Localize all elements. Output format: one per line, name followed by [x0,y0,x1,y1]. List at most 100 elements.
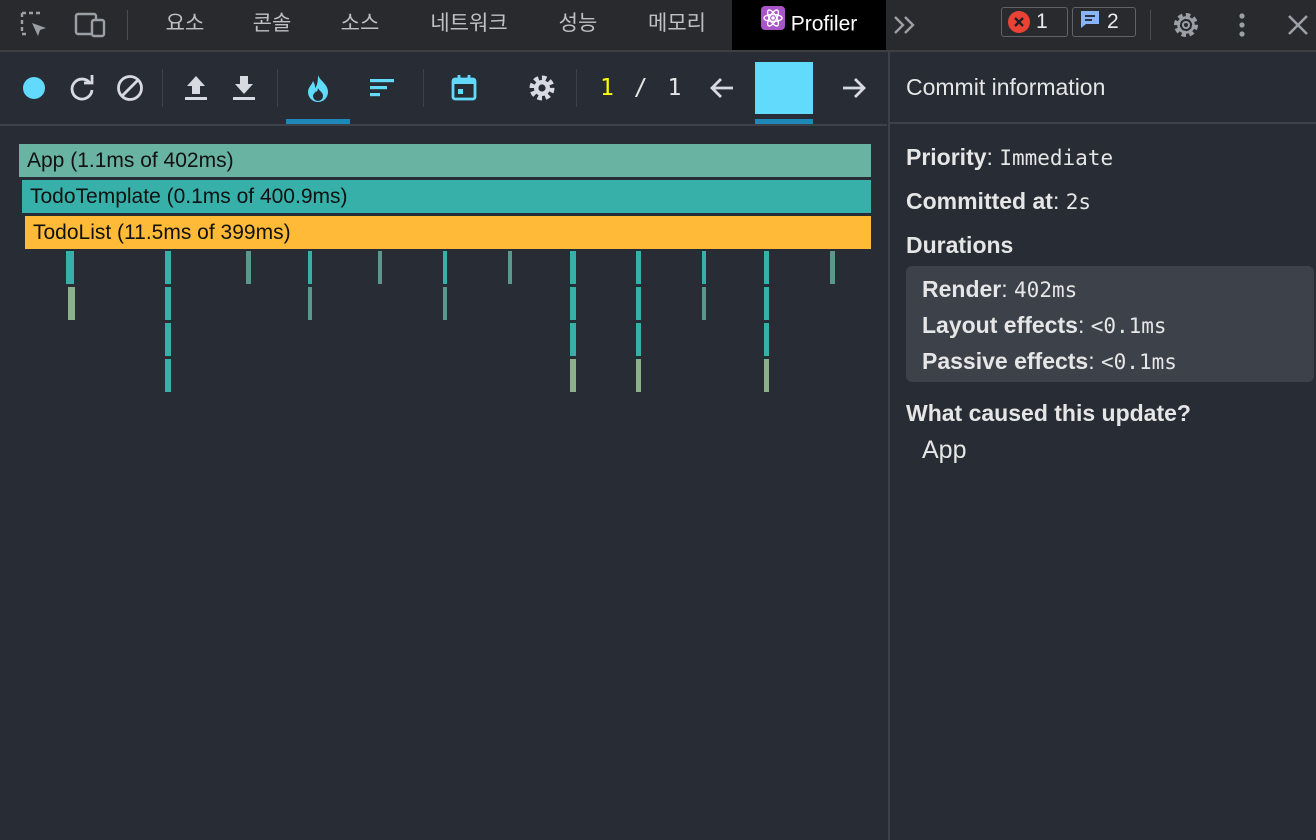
flame-node[interactable] [443,251,447,284]
divider [127,10,128,40]
profiler-toolbar: 1 / 1 [0,52,887,126]
flame-node[interactable] [636,323,641,356]
flamegraph-icon[interactable] [302,72,334,104]
passive-effects-row: Passive effects: <0.1ms [922,348,1177,375]
flame-node[interactable] [636,287,641,320]
flame-node[interactable] [570,323,576,356]
update-cause-label: What caused this update? [906,400,1191,426]
commit-info-header: Commit information [890,52,1316,124]
flame-node-todotemplate[interactable]: TodoTemplate (0.1ms of 400.9ms) [22,180,871,213]
commit-bar[interactable] [755,62,813,114]
colon: : [1077,312,1091,338]
flame-node[interactable] [570,359,576,392]
flamegraph-tab-indicator [286,119,350,124]
error-count: 1 [1036,10,1048,33]
tab-profiler[interactable]: Profiler [732,0,886,50]
priority-row: Priority: Immediate [906,144,1113,171]
flame-node[interactable] [246,251,251,284]
message-count-badge[interactable]: 2 [1072,7,1136,37]
tab-sources[interactable]: 소스 [325,0,395,50]
flame-node[interactable] [308,251,312,284]
flame-node-app[interactable]: App (1.1ms of 402ms) [19,144,871,177]
colon: : [1052,188,1066,214]
error-count-badge[interactable]: 1 [1001,7,1068,37]
flame-node[interactable] [165,323,171,356]
flame-node[interactable] [636,359,641,392]
tab-performance[interactable]: 성능 [543,0,613,50]
flame-node[interactable] [570,287,576,320]
render-label: Render [922,276,1002,302]
flame-node[interactable] [165,287,171,320]
flame-node[interactable] [830,251,835,284]
update-cause-item[interactable]: App [922,436,966,465]
download-icon[interactable] [228,72,260,104]
flame-node[interactable] [66,251,74,284]
close-icon[interactable] [1282,9,1314,41]
flame-node[interactable] [68,287,75,320]
flame-node[interactable] [764,359,769,392]
flame-node[interactable] [308,287,312,320]
colon: : [1088,348,1102,374]
flamegraph-chart: App (1.1ms of 402ms) TodoTemplate (0.1ms… [0,126,887,840]
tab-console[interactable]: 콘솔 [237,0,307,50]
prev-arrow-icon[interactable] [706,72,738,104]
commit-current: 1 [600,75,614,101]
tab-profiler-label: Profiler [790,12,858,36]
message-icon [1079,8,1101,36]
colon: : [986,144,1000,170]
double-chevron-right-icon[interactable] [890,9,922,41]
tab-elements[interactable]: 요소 [150,0,220,50]
react-icon [760,0,785,48]
timeline-icon[interactable] [448,72,480,104]
flame-node[interactable] [764,323,769,356]
priority-label: Priority [906,144,987,170]
layout-effects-value: <0.1ms [1090,314,1167,338]
ranked-icon[interactable] [366,72,398,104]
tab-memory[interactable]: 메모리 [632,0,722,50]
flame-node[interactable] [165,359,171,392]
flame-node[interactable] [764,287,769,320]
commit-selector: 1 / 1 [600,72,681,104]
divider [162,69,163,107]
next-arrow-icon[interactable] [838,72,870,104]
layout-effects-row: Layout effects: <0.1ms [922,312,1167,339]
commit-info-panel: Commit information Priority: Immediate C… [888,52,1316,840]
committed-label: Committed at [906,188,1053,214]
colon: : [1001,276,1015,302]
inspect-element-icon[interactable] [18,9,50,41]
device-toolbar-icon[interactable] [74,9,106,41]
devtools-tab-bar: 요소 콘솔 소스 네트워크 성능 메모리 Profiler 1 2 [0,0,1316,52]
settings-icon[interactable] [526,72,558,104]
flame-node-todolist[interactable]: TodoList (11.5ms of 399ms) [25,216,871,249]
commit-bar-indicator [755,119,813,124]
commit-total: 1 [667,75,682,101]
more-options-icon[interactable] [1226,9,1258,41]
flame-node[interactable] [508,251,512,284]
flame-node[interactable] [570,251,576,284]
committed-row: Committed at: 2s [906,188,1091,215]
message-count: 2 [1107,10,1119,33]
flame-node[interactable] [165,251,171,284]
flame-node[interactable] [764,251,769,284]
error-icon [1008,11,1030,33]
settings-gear-icon[interactable] [1170,9,1202,41]
render-value: 402ms [1014,278,1078,302]
passive-effects-label: Passive effects [922,348,1089,374]
priority-value: Immediate [999,146,1114,170]
record-icon[interactable] [18,72,50,104]
divider [423,69,424,107]
divider [576,69,577,107]
render-row: Render: 402ms [922,276,1077,303]
flame-node[interactable] [443,287,447,320]
clear-icon[interactable] [114,72,146,104]
flame-node[interactable] [636,251,641,284]
flame-node[interactable] [702,287,706,320]
flame-node[interactable] [702,251,706,284]
commit-info-title: Commit information [906,74,1106,100]
layout-effects-label: Layout effects [922,312,1078,338]
flame-node[interactable] [378,251,382,284]
reload-icon[interactable] [66,72,98,104]
upload-icon[interactable] [180,72,212,104]
commit-separator: / [633,75,648,101]
tab-network[interactable]: 네트워크 [414,0,524,50]
